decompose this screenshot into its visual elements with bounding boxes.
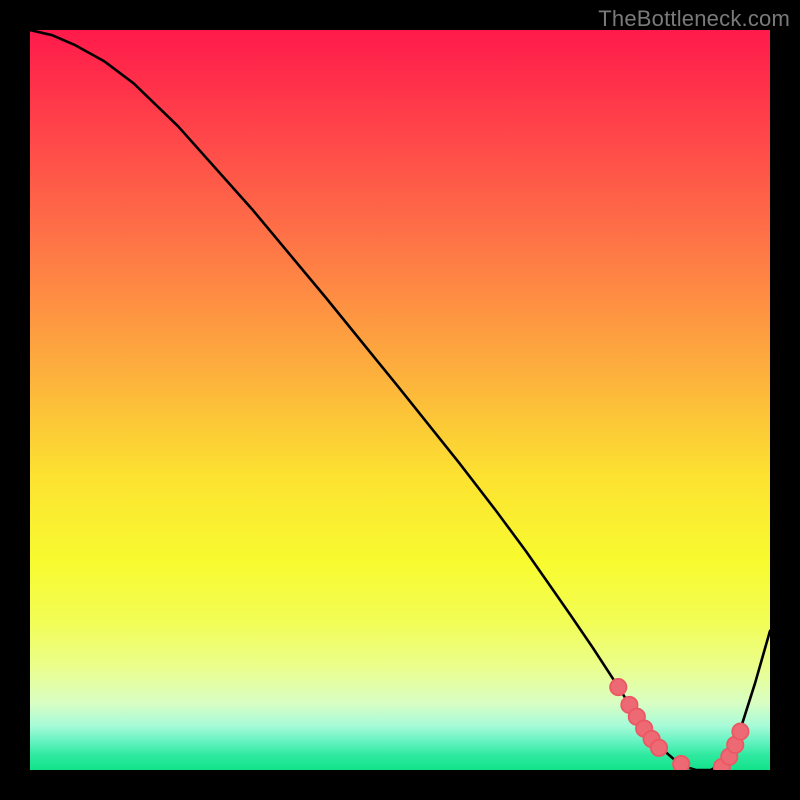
plot-area	[30, 30, 770, 770]
curve-markers	[610, 679, 748, 770]
marker-dot	[673, 756, 689, 770]
chart-frame: TheBottleneck.com	[0, 0, 800, 800]
bottleneck-curve	[30, 30, 770, 770]
watermark-text: TheBottleneck.com	[598, 6, 790, 32]
marker-dot	[651, 740, 667, 756]
curve-layer	[30, 30, 770, 770]
marker-dot	[732, 723, 748, 739]
marker-dot	[610, 679, 626, 695]
